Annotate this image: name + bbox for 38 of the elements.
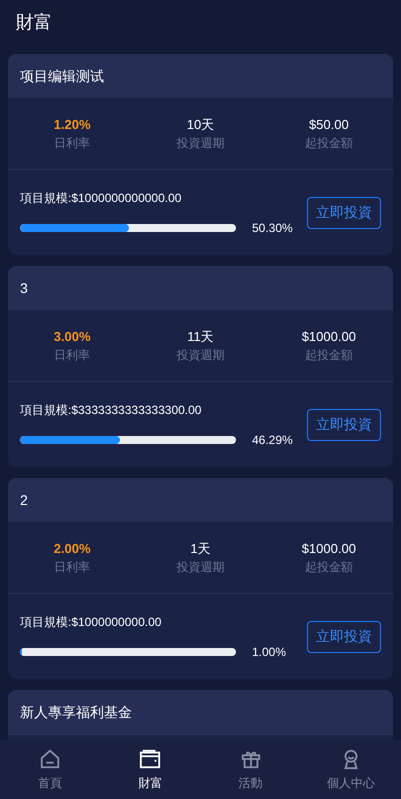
progress-percent: 50.30% (252, 220, 293, 236)
product-name: 新人專享福利基金 (20, 702, 132, 722)
product-name: 2 (20, 490, 28, 510)
nav-tab[interactable]: 個人中心 (300, 740, 401, 799)
invest-button[interactable]: 立即投資 (307, 408, 381, 440)
project-scale: 項目規模:$1000000000000.00 (20, 190, 182, 206)
period-label: 投資週期 (176, 347, 224, 364)
product-name: 项目编辑测试 (20, 66, 104, 86)
rate-value: 1.20% (54, 116, 91, 134)
invest-button[interactable]: 立即投資 (307, 196, 381, 228)
minimum-value: $1000.00 (302, 328, 356, 346)
period-value: 10天 (186, 116, 214, 134)
minimum-value: $1000.00 (302, 540, 356, 558)
project-scale: 項目規模:$1000000000.00 (20, 614, 162, 630)
nav-tab[interactable]: 首頁 (0, 740, 100, 799)
page-title: 財富 (16, 10, 52, 34)
progress-percent: 1.00% (252, 644, 286, 660)
rate-label: 日利率 (54, 135, 90, 152)
home-icon (39, 748, 62, 770)
period-label: 投資週期 (176, 135, 224, 152)
product-name: 3 (20, 278, 28, 298)
period-label: 投資週期 (176, 559, 224, 576)
period-value: 1天 (190, 540, 211, 558)
rate-label: 日利率 (54, 559, 90, 576)
rate-label: 日利率 (54, 347, 90, 364)
minimum-label: 起投金額 (304, 559, 353, 576)
project-scale: 項目規模:$3333333333333300.00 (20, 402, 202, 418)
period-value: 11天 (187, 328, 214, 346)
nav-tab[interactable]: 活動 (200, 740, 301, 799)
minimum-value: $50.00 (308, 116, 349, 134)
progress-percent: 46.29% (252, 432, 293, 448)
wallet-icon (139, 748, 162, 770)
rate-value: 3.00% (54, 328, 91, 346)
rate-value: 2.00% (54, 540, 91, 558)
invest-button[interactable]: 立即投資 (307, 620, 381, 652)
minimum-label: 起投金額 (304, 135, 353, 152)
nav-tab[interactable]: 財富 (100, 740, 200, 799)
minimum-label: 起投金額 (304, 347, 353, 364)
